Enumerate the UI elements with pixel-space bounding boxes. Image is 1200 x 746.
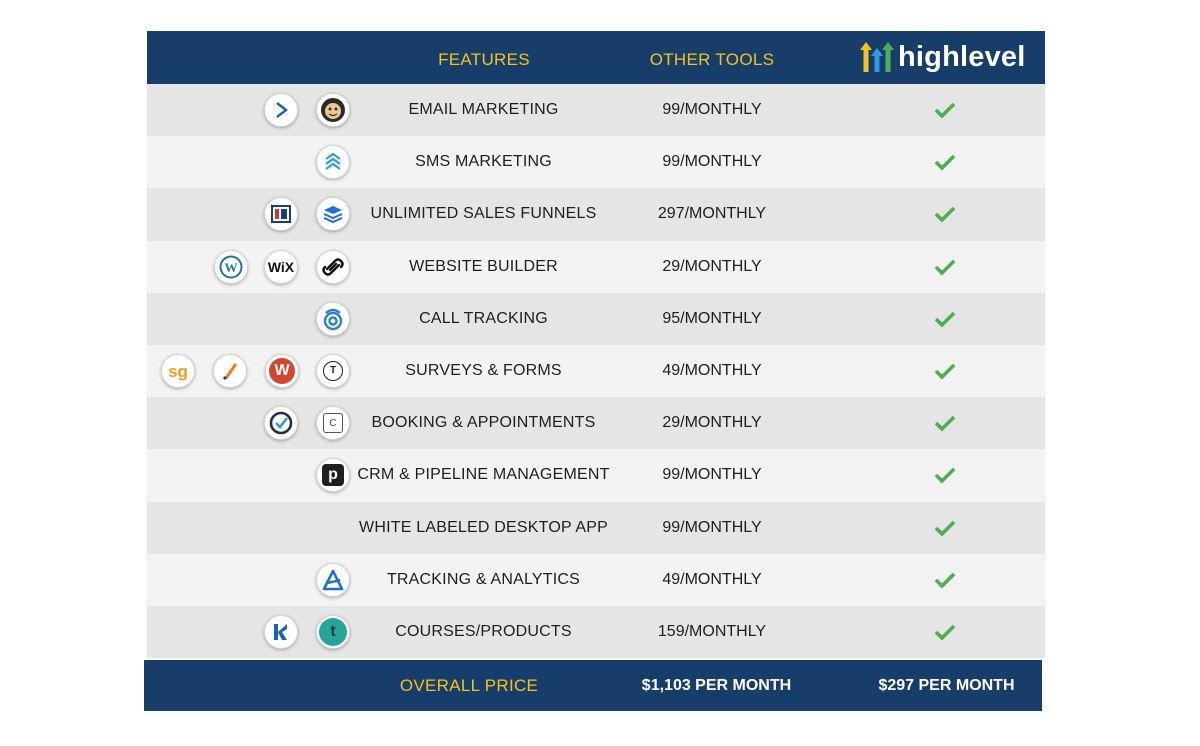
- feature-label: SURVEYS & FORMS: [405, 362, 562, 380]
- teachable-icon: t: [316, 614, 350, 649]
- other-tools-price: 99/MONTHLY: [662, 101, 762, 119]
- leadpages-icon: [316, 197, 350, 232]
- table-row: WHITE LABELED DESKTOP APP 99/MONTHLY: [147, 501, 1045, 554]
- feature-label: CALL TRACKING: [419, 309, 548, 327]
- other-tools-price: 49/MONTHLY: [662, 570, 762, 588]
- other-tools-column-header: OTHER TOOLS: [649, 50, 775, 69]
- feature-label: TRACKING & ANALYTICS: [386, 570, 581, 588]
- table-row: W WiX WEBSITE BUILDER 29/MONTHLY: [147, 240, 1045, 293]
- kajabi-icon: [264, 614, 298, 649]
- table-row: SMS MARKETING 99/MONTHLY: [147, 136, 1045, 189]
- other-tools-price: 95/MONTHLY: [662, 309, 762, 327]
- highlevel-wordmark: highlevel: [898, 41, 1026, 73]
- checkmark-icon: [934, 259, 956, 276]
- comparison-table: FEATURES OTHER TOOLS highlevel EMAIL MAR…: [147, 31, 1045, 659]
- sms-tool-icon: [316, 145, 350, 180]
- table-row: CALL TRACKING 95/MONTHLY: [147, 292, 1045, 345]
- table-row: TRACKING & ANALYTICS 49/MONTHLY: [147, 553, 1045, 606]
- typeform-icon-text: T: [329, 365, 337, 377]
- pipedrive-icon: p: [316, 458, 350, 493]
- other-tools-price: 29/MONTHLY: [662, 414, 762, 432]
- checkmark-icon: [934, 468, 956, 484]
- acuity-icon: [264, 406, 298, 441]
- jotform-icon: [213, 354, 247, 389]
- other-tools-price: 49/MONTHLY: [662, 362, 762, 380]
- wufoo-icon-text: W: [274, 362, 290, 380]
- activecampaign-icon: [264, 93, 298, 128]
- surveygizmo-icon: sg: [161, 354, 195, 389]
- checkmark-icon: [934, 102, 956, 119]
- checkmark-icon: [934, 363, 956, 380]
- table-footer: OVERALL PRICE $1,103 PER MONTH $297 PER …: [144, 660, 1042, 711]
- highlevel-arrows-icon: [860, 42, 894, 72]
- clickfunnels-icon: [264, 197, 298, 232]
- wix-icon: WiX: [264, 249, 298, 284]
- feature-label: WEBSITE BUILDER: [409, 257, 558, 275]
- calendly-icon-text: C: [329, 417, 337, 429]
- checkmark-icon: [934, 572, 956, 589]
- pipedrive-icon-text: p: [328, 466, 338, 484]
- other-tools-price: 159/MONTHLY: [657, 622, 767, 640]
- mailchimp-icon: [316, 93, 350, 128]
- typeform-icon: T: [316, 354, 350, 389]
- table-row: p CRM & PIPELINE MANAGEMENT 99/MONTHLY: [147, 449, 1045, 502]
- wufoo-icon: W: [265, 354, 299, 389]
- checkmark-icon: [934, 311, 956, 328]
- table-row: C BOOKING & APPOINTMENTS 29/MONTHLY: [147, 397, 1045, 450]
- checkmark-icon: [934, 624, 956, 641]
- svg-text:W: W: [225, 260, 238, 275]
- feature-label: EMAIL MARKETING: [408, 101, 559, 119]
- other-tools-price: 99/MONTHLY: [662, 466, 762, 484]
- squarespace-icon: [316, 249, 350, 284]
- analytics-icon: [316, 562, 350, 597]
- feature-label: CRM & PIPELINE MANAGEMENT: [357, 466, 610, 484]
- overall-price-label: OVERALL PRICE: [399, 676, 539, 695]
- highlevel-total: $297 PER MONTH: [878, 677, 1015, 694]
- other-tools-price: 297/MONTHLY: [657, 205, 767, 223]
- table-row: EMAIL MARKETING 99/MONTHLY: [147, 84, 1045, 137]
- checkmark-icon: [934, 520, 956, 537]
- other-tools-price: 99/MONTHLY: [662, 153, 762, 171]
- calltracking-icon: [316, 301, 350, 336]
- checkmark-icon: [934, 155, 956, 171]
- feature-label: SMS MARKETING: [415, 153, 552, 171]
- other-tools-total: $1,103 PER MONTH: [641, 677, 792, 694]
- table-row: sg W T SURVEYS & FORMS 49/MONTHLY: [147, 344, 1045, 398]
- table-row: UNLIMITED SALES FUNNELS 297/MONTHLY: [147, 188, 1045, 241]
- features-column-header: FEATURES: [438, 50, 530, 69]
- other-tools-price: 99/MONTHLY: [662, 518, 762, 536]
- surveygizmo-icon-text: sg: [168, 361, 188, 381]
- wordpress-icon: W: [214, 249, 248, 284]
- checkmark-icon: [934, 415, 956, 432]
- highlevel-logo: highlevel: [860, 39, 1026, 75]
- wix-icon-text: WiX: [267, 258, 295, 275]
- feature-label: UNLIMITED SALES FUNNELS: [370, 205, 597, 223]
- calendly-icon: C: [316, 406, 350, 441]
- other-tools-price: 29/MONTHLY: [662, 257, 762, 275]
- feature-label: COURSES/PRODUCTS: [395, 622, 572, 640]
- feature-label: WHITE LABELED DESKTOP APP: [359, 518, 608, 536]
- table-header: FEATURES OTHER TOOLS highlevel: [147, 31, 1045, 84]
- teachable-icon-text: t: [330, 622, 336, 640]
- checkmark-icon: [934, 207, 956, 224]
- table-row: t COURSES/PRODUCTS 159/MONTHLY: [147, 605, 1045, 659]
- feature-label: BOOKING & APPOINTMENTS: [371, 414, 596, 432]
